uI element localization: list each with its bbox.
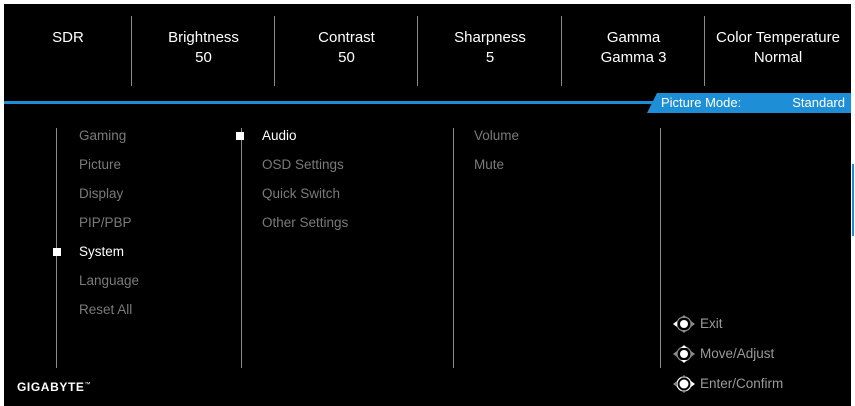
- picture-mode-label: Picture Mode:: [661, 95, 742, 110]
- option-mute[interactable]: Mute: [474, 156, 504, 174]
- osd-menu: SDR Brightness 50 Contrast 50 Sharpness …: [4, 4, 854, 406]
- status-contrast-label: Contrast: [318, 29, 375, 46]
- status-sdr-label: SDR: [52, 29, 84, 46]
- status-color-temperature-label: Color Temperature: [716, 29, 840, 46]
- status-gamma: Gamma Gamma 3: [562, 4, 705, 100]
- main-menu-display[interactable]: Display: [79, 185, 123, 203]
- main-menu-system[interactable]: System: [79, 243, 124, 261]
- main-menu-language[interactable]: Language: [79, 272, 139, 290]
- picture-mode-tab: Picture Mode: Standard: [647, 93, 851, 113]
- selected-marker: [53, 248, 61, 256]
- sub-menu-audio[interactable]: Audio: [262, 127, 297, 145]
- top-status-bar: SDR Brightness 50 Contrast 50 Sharpness …: [4, 4, 851, 100]
- status-gamma-label: Gamma: [606, 29, 661, 46]
- selected-marker: [236, 132, 244, 140]
- status-contrast-value: 50: [338, 49, 355, 66]
- status-brightness-value: 50: [195, 49, 212, 66]
- main-menu-picture[interactable]: Picture: [79, 156, 121, 174]
- joystick-left-right-icon: [673, 315, 695, 333]
- sub-menu-osd-settings[interactable]: OSD Settings: [262, 156, 344, 174]
- main-menu-reset-all[interactable]: Reset All: [79, 301, 132, 319]
- status-brightness-label: Brightness: [168, 29, 239, 46]
- option-volume[interactable]: Volume: [474, 127, 519, 145]
- status-contrast: Contrast 50: [275, 4, 418, 100]
- status-color-temperature: Color Temperature Normal: [705, 4, 851, 100]
- status-sharpness: Sharpness 5: [418, 4, 562, 100]
- column-divider: [453, 128, 454, 368]
- status-sharpness-value: 5: [485, 49, 495, 66]
- column-divider: [660, 128, 661, 368]
- hint-move-adjust-label: Move/Adjust: [700, 346, 775, 361]
- scroll-indicator: [852, 164, 854, 236]
- hint-exit-label: Exit: [700, 316, 723, 331]
- column-divider: [241, 128, 242, 368]
- sub-menu-other-settings[interactable]: Other Settings: [262, 214, 348, 232]
- trademark-mark: ™: [84, 382, 92, 388]
- main-menu-pip-pbp[interactable]: PIP/PBP: [79, 214, 132, 232]
- status-sharpness-label: Sharpness: [454, 29, 526, 46]
- gigabyte-logo: GIGABYTE™: [17, 380, 91, 394]
- main-menu-gaming[interactable]: Gaming: [79, 127, 126, 145]
- brand-name: GIGABYTE: [17, 380, 85, 394]
- joystick-up-down-icon: [673, 345, 695, 363]
- sub-menu-quick-switch[interactable]: Quick Switch: [262, 185, 340, 203]
- hint-enter-confirm-label: Enter/Confirm: [700, 376, 784, 391]
- joystick-press-icon: [673, 375, 695, 393]
- status-gamma-value: Gamma 3: [600, 49, 667, 66]
- picture-mode-value: Standard: [792, 95, 845, 110]
- status-brightness: Brightness 50: [132, 4, 275, 100]
- status-sdr: SDR: [4, 4, 132, 100]
- status-color-temperature-value: Normal: [753, 49, 803, 66]
